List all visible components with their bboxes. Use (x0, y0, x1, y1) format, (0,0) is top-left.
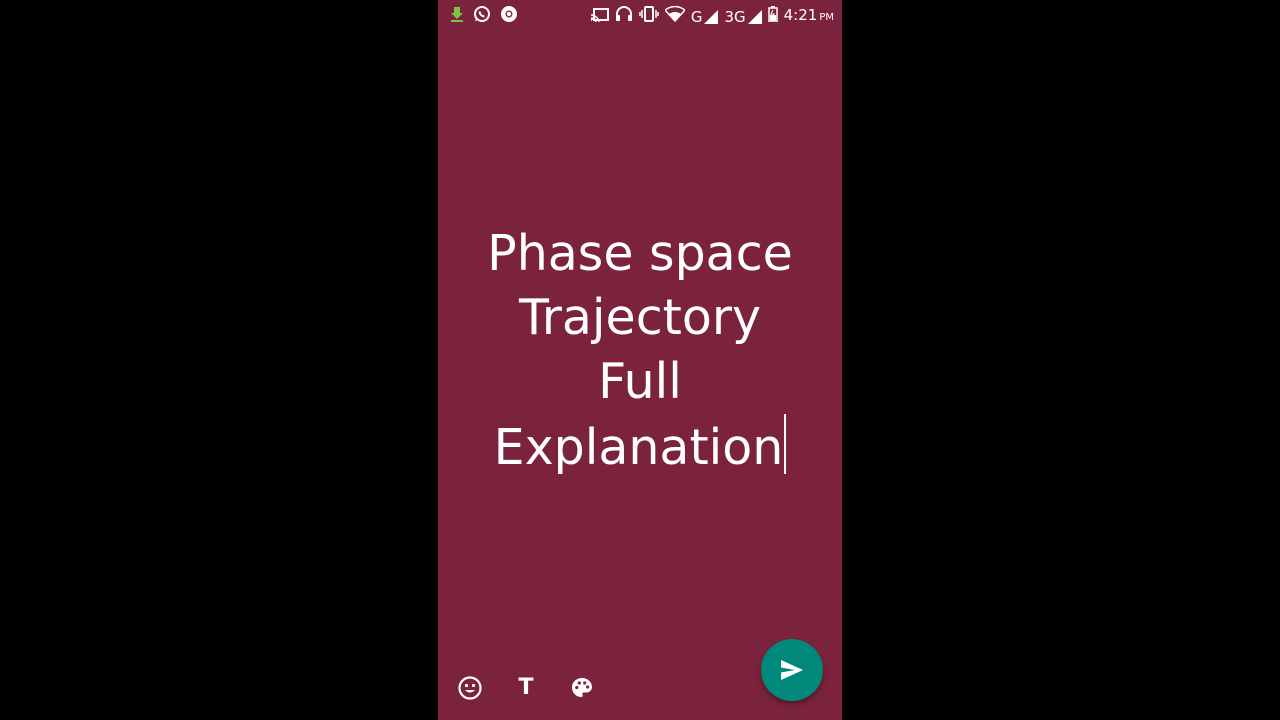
status-text-line: Full (598, 353, 682, 410)
emoji-button[interactable] (456, 674, 484, 702)
status-editor-screen: G 3G 4:21 PM Phase space Trajectory Full … (438, 0, 842, 720)
wifi-icon (663, 5, 686, 27)
palette-icon (572, 678, 592, 697)
status-text-line: Trajectory (519, 289, 761, 346)
notification-icons (450, 5, 518, 27)
system-icons: G 3G 4:21 PM (590, 5, 834, 28)
clock: 4:21 PM (784, 5, 834, 28)
text-cursor (784, 414, 787, 474)
whatsapp-icon (473, 5, 491, 27)
cast-icon (590, 7, 609, 27)
network-type-label: 3G (724, 7, 746, 26)
clock-time: 4:21 (783, 6, 818, 24)
text-style-button[interactable]: T (512, 674, 540, 702)
status-text-line-last: Explanation (438, 414, 842, 480)
download-icon (450, 6, 464, 26)
network-3g: 3G (724, 7, 762, 27)
status-text-input[interactable]: Phase space Trajectory Full Explanation (438, 222, 842, 480)
chrome-icon (500, 5, 518, 27)
vibrate-icon (639, 6, 659, 27)
send-button[interactable] (761, 639, 823, 701)
emoji-icon (458, 676, 482, 700)
headset-icon (615, 6, 633, 27)
editor-toolbar: T (456, 674, 596, 702)
network-g: G (691, 7, 719, 27)
battery-icon (767, 6, 778, 27)
text-style-icon: T (518, 675, 534, 700)
status-text-line: Explanation (493, 419, 784, 476)
status-text-line: Phase space (487, 225, 793, 282)
signal-icon (704, 9, 719, 24)
status-bar: G 3G 4:21 PM (438, 0, 842, 30)
signal-icon (747, 9, 762, 24)
clock-ampm: PM (819, 12, 834, 23)
send-icon (781, 660, 803, 680)
network-type-label: G (690, 7, 703, 26)
background-color-button[interactable] (568, 674, 596, 702)
